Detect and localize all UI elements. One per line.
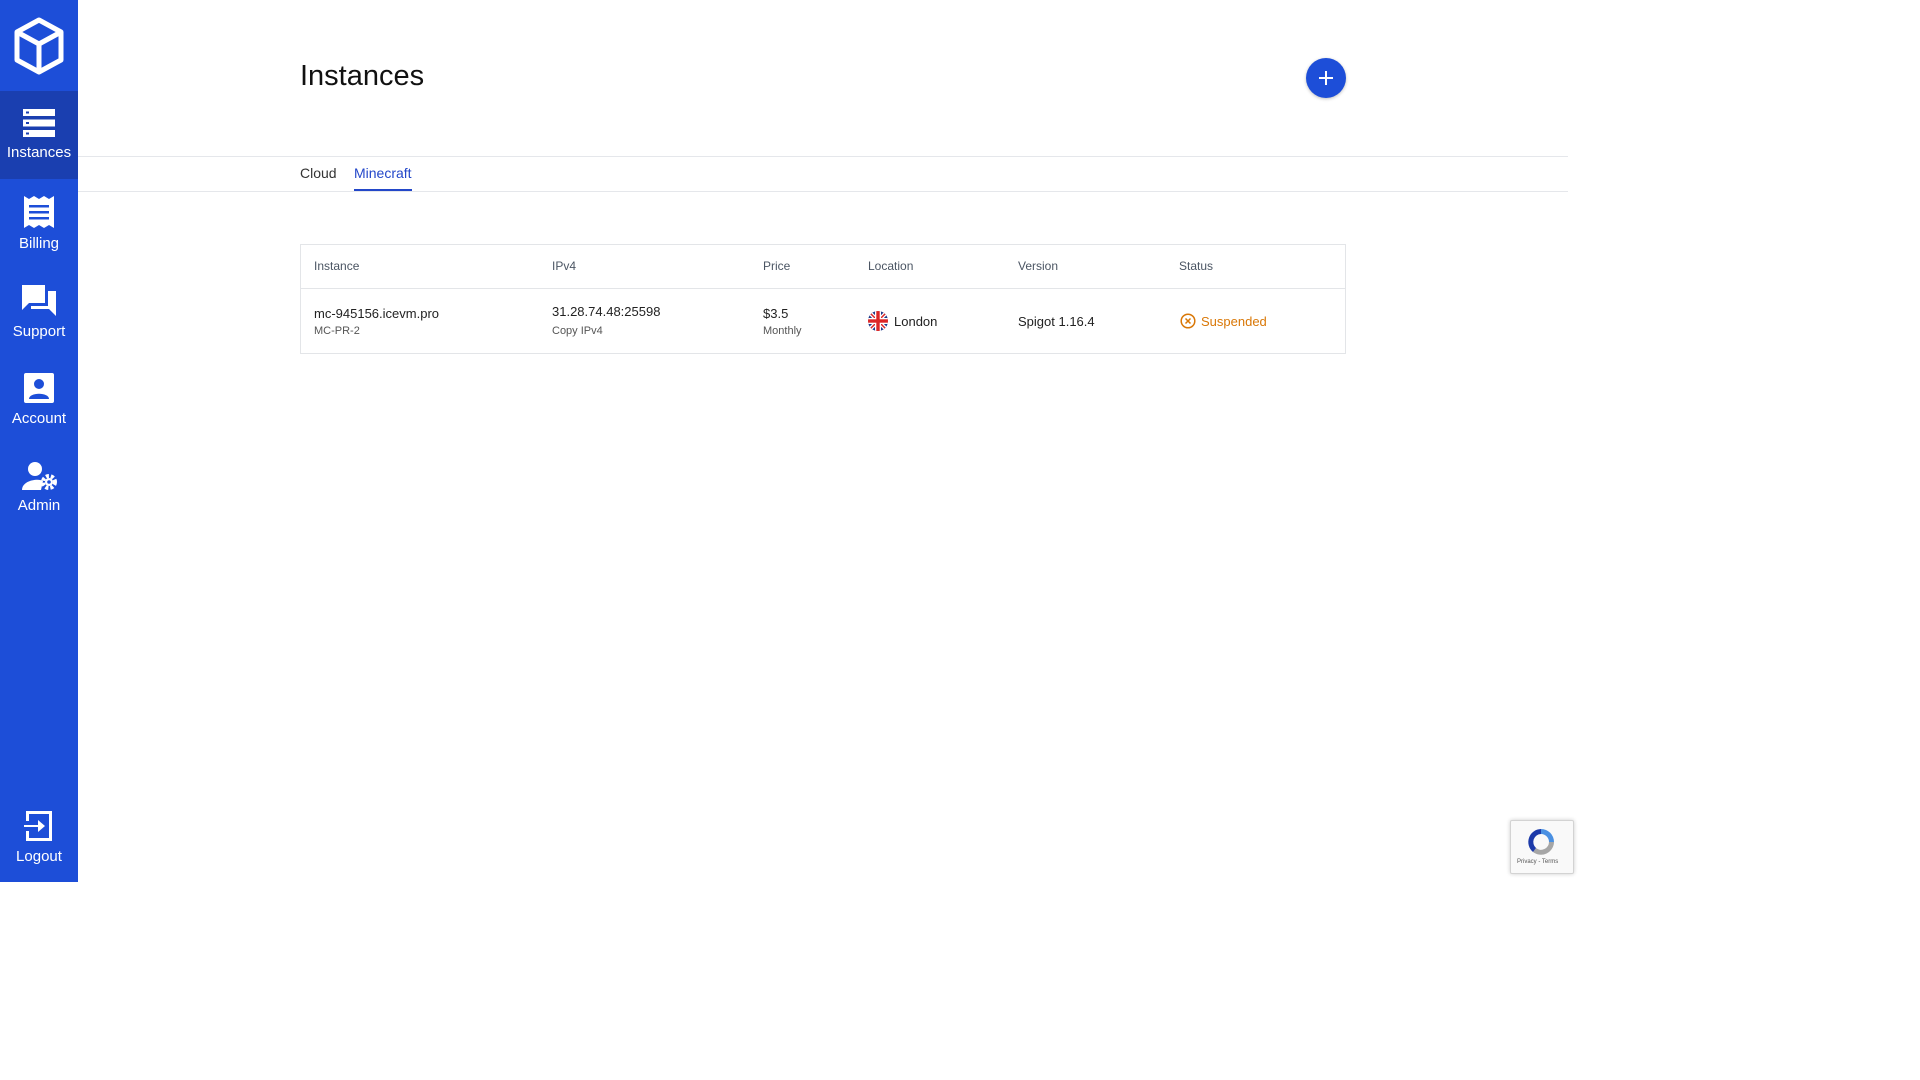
sidebar-item-support[interactable]: Support	[0, 268, 78, 356]
column-header-location: Location	[868, 259, 914, 273]
sidebar-item-label: Admin	[17, 497, 61, 514]
instance-billing-period: Monthly	[763, 325, 802, 337]
sidebar-item-logout[interactable]: Logout	[0, 794, 78, 882]
cube-icon	[14, 17, 64, 74]
sidebar-item-instances[interactable]: Instances	[0, 91, 78, 179]
recaptcha-badge[interactable]: Privacy - Terms	[1510, 820, 1574, 874]
table-row[interactable]: mc-945156.icevm.pro MC-PR-2 31.28.74.48:…	[301, 289, 1345, 353]
instance-ipv4: 31.28.74.48:25598	[552, 304, 661, 319]
recaptcha-privacy-terms[interactable]: Privacy - Terms	[1517, 859, 1558, 865]
tab-minecraft[interactable]: Minecraft	[354, 157, 412, 191]
status-badge: Suspended	[1180, 313, 1267, 329]
plus-icon	[1319, 71, 1333, 85]
suspended-circle-x-icon	[1180, 313, 1196, 329]
logo[interactable]	[0, 0, 78, 91]
tabs-bar: Cloud Minecraft	[78, 156, 1568, 192]
server-list-icon	[23, 109, 55, 137]
add-instance-button[interactable]	[1306, 58, 1346, 98]
instance-price: $3.5	[763, 306, 789, 321]
sidebar-item-label: Account	[11, 410, 67, 427]
sidebar: Instances Billing Support Account Admin …	[0, 0, 78, 882]
uk-flag-icon	[868, 311, 888, 331]
sidebar-item-label: Billing	[18, 235, 60, 252]
instance-version: Spigot 1.16.4	[1018, 314, 1095, 329]
status-text: Suspended	[1201, 313, 1267, 329]
column-header-ipv4: IPv4	[552, 259, 577, 273]
column-header-price: Price	[763, 259, 791, 273]
account-box-icon	[24, 373, 54, 403]
instances-table: Instance IPv4 Price Location Version Sta…	[300, 244, 1346, 354]
instance-location: London	[868, 311, 937, 331]
table-header: Instance IPv4 Price Location Version Sta…	[301, 245, 1345, 289]
column-header-instance: Instance	[314, 259, 360, 273]
sidebar-item-admin[interactable]: Admin	[0, 444, 78, 532]
column-header-version: Version	[1018, 259, 1059, 273]
instance-hostname[interactable]: mc-945156.icevm.pro	[314, 306, 439, 321]
copy-ipv4-link[interactable]: Copy IPv4	[552, 325, 603, 337]
sidebar-item-billing[interactable]: Billing	[0, 180, 78, 268]
recaptcha-icon	[1528, 829, 1554, 855]
sidebar-item-label: Logout	[16, 848, 62, 865]
location-name: London	[894, 313, 938, 329]
chat-bubbles-icon	[22, 285, 56, 316]
column-header-status: Status	[1179, 259, 1214, 273]
receipt-icon	[24, 196, 54, 228]
tab-cloud[interactable]: Cloud	[300, 157, 337, 191]
sidebar-item-account[interactable]: Account	[0, 356, 78, 444]
sidebar-item-label: Instances	[6, 144, 72, 161]
user-gear-icon	[22, 462, 57, 490]
sidebar-item-label: Support	[12, 323, 66, 340]
page-title: Instances	[300, 60, 425, 92]
instance-plan: MC-PR-2	[314, 325, 360, 337]
logout-icon	[24, 811, 52, 841]
